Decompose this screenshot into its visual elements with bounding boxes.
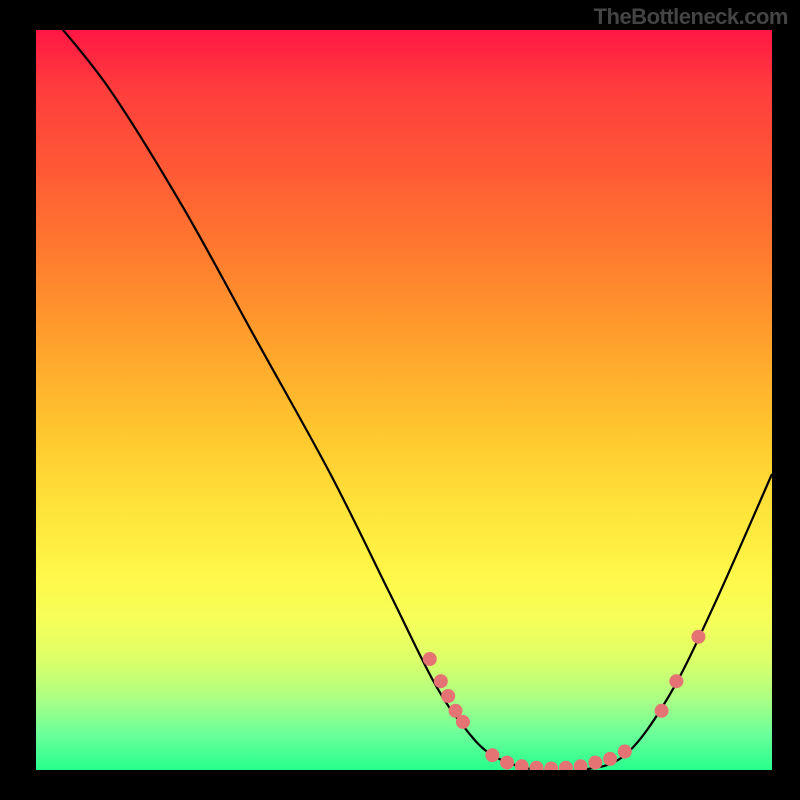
- plot-area: [36, 30, 772, 770]
- watermark-text: TheBottleneck.com: [594, 4, 788, 30]
- data-point: [485, 748, 499, 762]
- data-point: [441, 689, 455, 703]
- bottleneck-curve: [51, 30, 772, 770]
- data-point: [655, 704, 669, 718]
- data-point: [544, 762, 558, 770]
- curve-line: [51, 30, 772, 770]
- data-point: [434, 674, 448, 688]
- data-point: [603, 752, 617, 766]
- data-point: [618, 745, 632, 759]
- data-point: [500, 756, 514, 770]
- data-point: [691, 630, 705, 644]
- data-point: [574, 759, 588, 770]
- chart-container: TheBottleneck.com: [0, 0, 800, 800]
- chart-svg: [36, 30, 772, 770]
- data-point: [456, 715, 470, 729]
- data-points: [423, 630, 706, 770]
- data-point: [529, 761, 543, 770]
- data-point: [669, 674, 683, 688]
- data-point: [559, 761, 573, 770]
- data-point: [423, 652, 437, 666]
- data-point: [515, 759, 529, 770]
- data-point: [588, 756, 602, 770]
